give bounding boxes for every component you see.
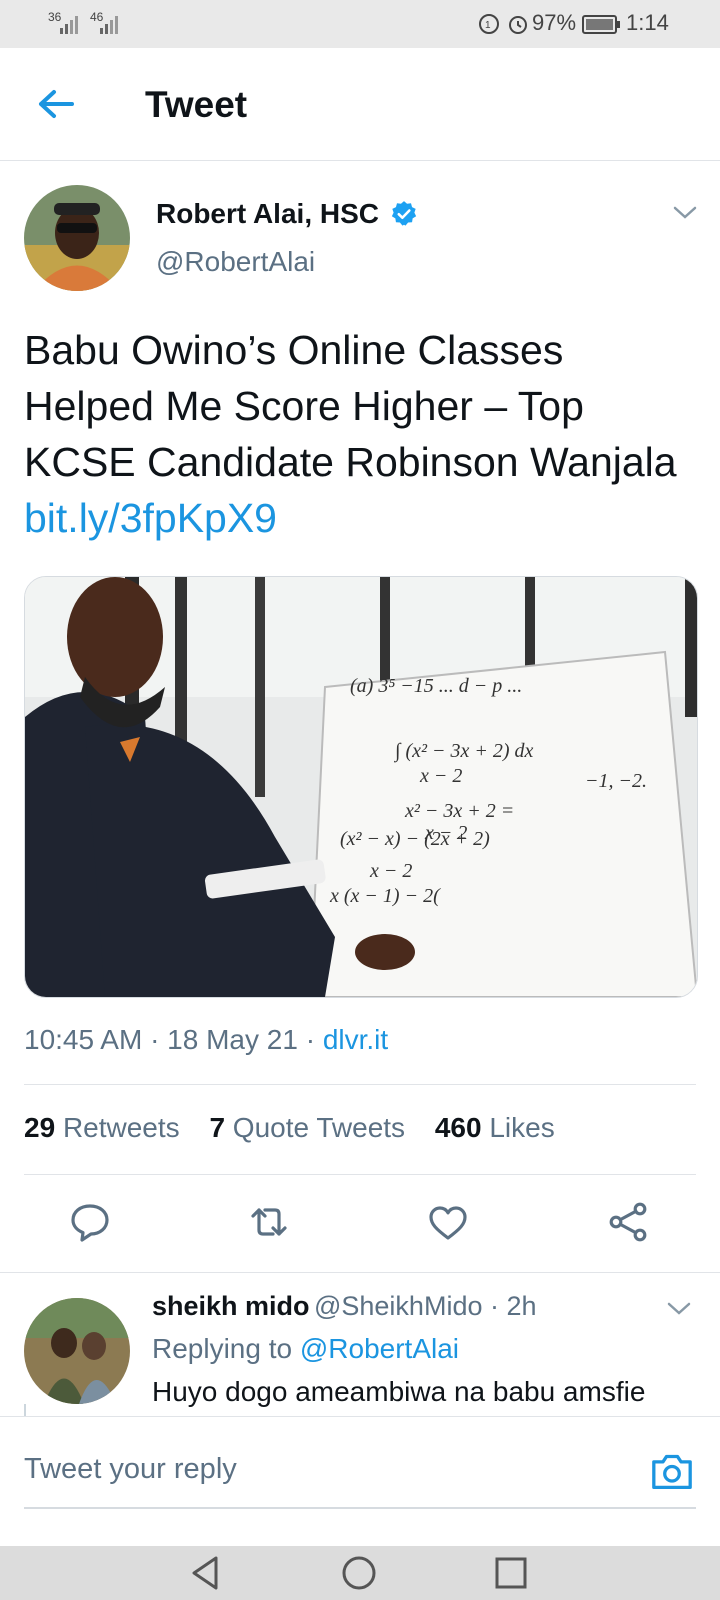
battery-icon	[582, 15, 620, 34]
thread-line	[24, 1404, 26, 1416]
author-name[interactable]: Robert Alai, HSC	[156, 198, 379, 230]
svg-text:(a) 3⁵ −15 ... d − p ...: (a) 3⁵ −15 ... d − p ...	[350, 675, 522, 697]
composer-underline	[24, 1507, 696, 1509]
replying-to: Replying to @RobertAlai	[152, 1333, 460, 1364]
tweet-source[interactable]: dlvr.it	[323, 1024, 388, 1055]
tweet-timestamp: 10:45 AM · 18 May 21 · dlvr.it	[24, 1024, 388, 1056]
reply-chevron-down-icon[interactable]	[666, 1300, 692, 1318]
share-icon[interactable]	[604, 1198, 652, 1246]
status-bar: 36 46 1 97% 1:14	[0, 0, 720, 48]
chevron-down-icon[interactable]	[672, 204, 698, 222]
svg-text:−1, −2.: −1, −2.	[585, 770, 647, 792]
svg-text:x − 2: x − 2	[419, 765, 462, 787]
reply-text: Huyo dogo ameambiwa na babu amsfie	[152, 1376, 646, 1407]
comment-icon[interactable]	[66, 1198, 114, 1246]
signal-icon	[60, 16, 78, 34]
divider	[24, 1174, 696, 1175]
like-icon[interactable]	[424, 1198, 472, 1246]
back-arrow-icon[interactable]	[36, 88, 76, 120]
page-title: Tweet	[145, 84, 248, 125]
alarm-icon	[509, 16, 527, 34]
divider	[0, 1272, 720, 1273]
svg-text:x² − 3x + 2 =: x² − 3x + 2 =	[404, 800, 514, 822]
replying-to-handle[interactable]: @RobertAlai	[300, 1333, 459, 1364]
author-avatar[interactable]	[24, 185, 130, 291]
nav-home-icon[interactable]	[340, 1554, 378, 1592]
svg-text:∫ (x² − 3x + 2) dx: ∫ (x² − 3x + 2) dx	[393, 740, 534, 763]
clock: 1:14	[626, 10, 669, 35]
tweet-link[interactable]: bit.ly/3fpKpX9	[24, 495, 277, 541]
app-header: Tweet	[0, 48, 720, 161]
author-handle[interactable]: @RobertAlai	[156, 246, 315, 278]
reply-input[interactable]: Tweet your reply	[24, 1453, 237, 1486]
battery-percent: 97%	[532, 10, 577, 35]
reply-avatar[interactable]	[24, 1298, 130, 1404]
system-nav-bar	[0, 1546, 720, 1600]
verified-badge-icon	[391, 201, 417, 226]
reply-header: sheikh mido @SheikhMido · 2h	[152, 1291, 537, 1322]
tweet-time: 10:45 AM · 18 May 21 ·	[24, 1024, 323, 1055]
svg-text:x − 2: x − 2	[369, 860, 412, 882]
tweet-text: Babu Owino’s Online Classes Helped Me Sc…	[24, 322, 684, 546]
retweet-icon[interactable]	[245, 1198, 293, 1246]
reply-author-name[interactable]: sheikh mido	[152, 1291, 310, 1321]
divider	[24, 1084, 696, 1085]
camera-icon[interactable]	[650, 1451, 694, 1491]
reply-composer[interactable]: Tweet your reply	[0, 1416, 720, 1547]
nav-recents-icon[interactable]	[494, 1556, 528, 1590]
tweet-media-image[interactable]: ∫ (x² − 3x + 2) dx x − 2 x² − 3x + 2 = x…	[24, 576, 698, 998]
data-saver-icon: 1	[479, 14, 499, 34]
nav-back-icon[interactable]	[188, 1554, 224, 1592]
svg-text:1: 1	[485, 20, 491, 31]
tweet-stats: 29 Retweets 7 Quote Tweets 460 Likes	[24, 1112, 555, 1144]
likes-stat[interactable]: 460 Likes	[435, 1112, 555, 1143]
signal-icon-2	[100, 16, 118, 34]
svg-text:(x² − x) − (2x + 2): (x² − x) − (2x + 2)	[340, 828, 490, 850]
svg-text:x (x − 1) − 2(: x (x − 1) − 2(	[329, 885, 441, 907]
tweet-body: Babu Owino’s Online Classes Helped Me Sc…	[24, 327, 677, 485]
retweets-stat[interactable]: 29 Retweets	[24, 1112, 180, 1143]
reply-author-handle[interactable]: @SheikhMido · 2h	[314, 1291, 537, 1321]
quote-tweets-stat[interactable]: 7 Quote Tweets	[209, 1112, 405, 1143]
